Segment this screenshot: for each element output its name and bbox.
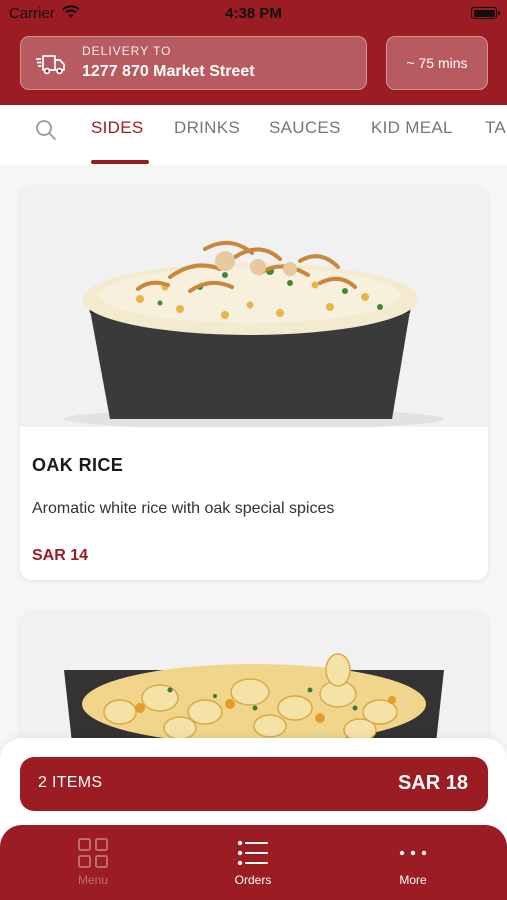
nav-more[interactable]: More [363,837,463,887]
tab-sides[interactable]: SIDES [91,118,144,138]
tab-partial[interactable]: TA [485,118,506,138]
product-price: SAR 14 [32,547,89,564]
cart-item-count: 2 ITEMS [38,774,103,791]
list-icon [237,840,268,866]
oak-rice-image [20,187,488,427]
nav-menu[interactable]: Menu [43,837,143,887]
nav-menu-label: Menu [77,873,109,887]
view-cart-button[interactable]: 2 ITEMS SAR 18 [20,757,488,811]
active-tab-indicator [91,160,149,164]
grid-icon [78,838,108,868]
tab-drinks[interactable]: DRINKS [174,118,240,138]
delivery-address-button[interactable]: DELIVERY TO 1277 870 Market Street [20,36,367,90]
tab-sauces[interactable]: SAUCES [269,118,341,138]
more-dots-icon [399,850,427,856]
bottom-tab-bar: Menu Orders More [0,825,507,900]
category-tabs: SIDES DRINKS SAUCES KID MEAL TA [0,105,507,165]
product-description: Aromatic white rice with oak special spi… [32,500,335,517]
clock-time: 4:38 PM [225,5,282,22]
truck-icon [36,55,65,75]
app-header: Carrier 4:38 PM DELIVERY TO 1277 870 Mar… [0,0,507,105]
product-card[interactable]: OAK RICE Aromatic white rice with oak sp… [20,187,488,580]
eta-button[interactable]: ~ 75 mins [386,36,488,90]
tab-kid-meal[interactable]: KID MEAL [371,118,453,138]
nav-orders-label: Orders [234,873,272,887]
delivery-to-label: DELIVERY TO [82,44,172,58]
cart-total: SAR 18 [397,772,468,794]
nav-orders[interactable]: Orders [203,837,303,887]
battery-icon [471,7,500,19]
product-name: OAK RICE [32,455,124,475]
nav-more-label: More [399,873,427,887]
search-icon[interactable] [34,118,58,142]
status-bar: Carrier 4:38 PM [0,0,507,30]
delivery-address: 1277 870 Market Street [82,63,255,80]
